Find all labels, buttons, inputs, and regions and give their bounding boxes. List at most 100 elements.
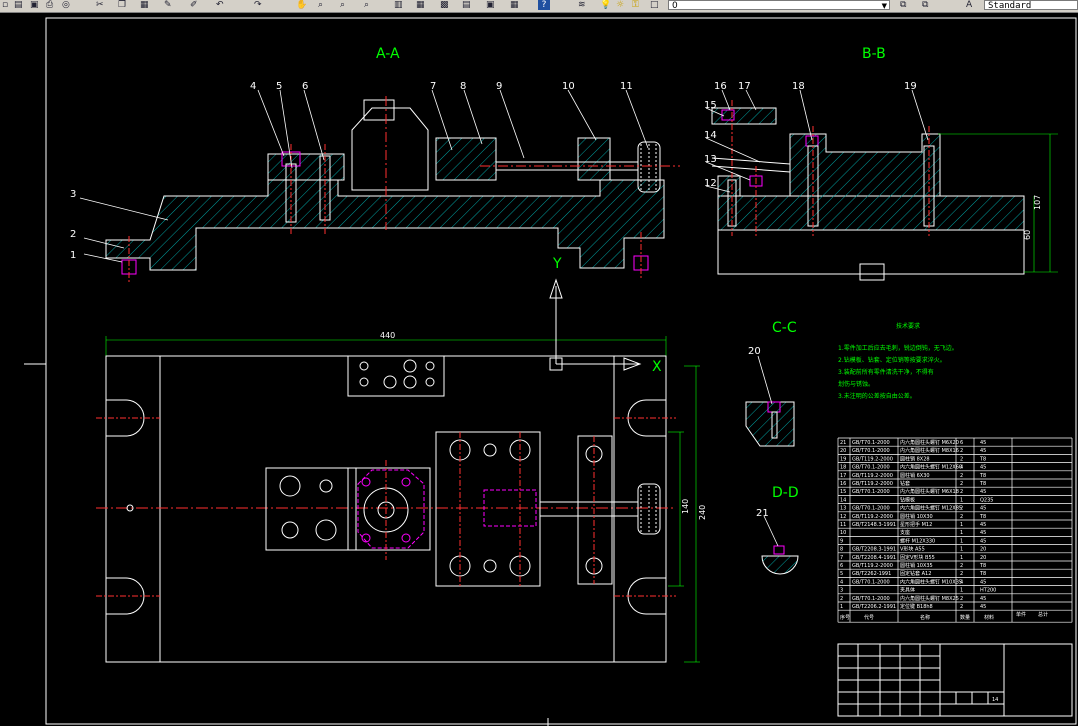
layer-freeze-icon[interactable]: ☼ <box>616 0 624 10</box>
bom-header-unit: 单件 <box>1016 611 1026 618</box>
bom-cell-material: 45 <box>980 579 986 585</box>
bom-cell-name: 钻模板 <box>900 496 915 503</box>
bom-cell-qty: 2 <box>960 563 963 569</box>
help-button[interactable]: ? <box>538 0 550 10</box>
bom-cell-no: 10 <box>840 530 846 536</box>
bom-cell-name: 固定V形块 B55 <box>900 554 935 561</box>
bom-cell-code: GB/T119.2-2000 <box>852 456 893 462</box>
bom-cell-qty: 1 <box>960 588 963 594</box>
dim-height-60: 60 <box>1023 230 1032 240</box>
bom-cell-qty: 4 <box>960 465 963 471</box>
bom-cell-material: 45 <box>980 530 986 536</box>
layer-lock-icon[interactable]: ⚿ <box>632 0 639 10</box>
paste-icon[interactable]: ▦ <box>140 0 149 10</box>
preview-icon[interactable]: ◎ <box>62 0 70 10</box>
bom-cell-name: 内六角圆柱头螺钉 M12X60 <box>900 464 962 471</box>
bom-cell-no: 12 <box>840 514 846 520</box>
tech-notes-title: 技术要求 <box>896 322 920 330</box>
balloon-2: 2 <box>70 229 76 240</box>
bom-cell-code: GB/T2148.3-1991 <box>852 522 896 528</box>
bom-cell-qty: 2 <box>960 473 963 479</box>
zoom-window-icon[interactable]: ⌕ <box>340 0 345 10</box>
section-dd-label: D-D <box>772 485 799 501</box>
tool-palette-icon[interactable]: ▩ <box>440 0 449 10</box>
section-aa-label: A-A <box>376 46 400 62</box>
brush-icon[interactable]: ✐ <box>190 0 198 10</box>
bom-cell-qty: 2 <box>960 456 963 462</box>
properties-icon[interactable]: ▥ <box>394 0 403 10</box>
open-icon[interactable]: ▤ <box>14 0 23 10</box>
bom-cell-no: 8 <box>840 547 843 553</box>
text-style-dropdown[interactable]: Standard <box>984 0 1078 11</box>
balloon-9: 9 <box>496 81 502 92</box>
bom-cell-no: 7 <box>840 555 843 561</box>
bom-cell-name: V形块 A55 <box>900 546 925 553</box>
cut-icon[interactable]: ✂ <box>96 0 104 10</box>
bom-cell-material: 45 <box>980 596 986 602</box>
bom-cell-no: 3 <box>840 588 843 594</box>
make-current-layer-icon[interactable]: ⧉ <box>900 0 906 10</box>
balloon-14: 14 <box>704 130 717 141</box>
drawing-canvas[interactable]: A-A B-B C-C D-D 1 2 3 4 5 6 7 8 9 10 11 … <box>0 12 1078 726</box>
balloon-5: 5 <box>276 81 282 92</box>
redo-icon[interactable]: ↷ <box>254 0 262 10</box>
layer-on-icon[interactable]: 💡 <box>600 0 611 10</box>
layer-color-icon[interactable]: □ <box>650 0 659 10</box>
layer-previous-icon[interactable]: ⧉ <box>922 0 928 10</box>
layer-dropdown[interactable]: 0 ▼ <box>668 0 890 11</box>
bom-cell-no: 21 <box>840 440 846 446</box>
layer-manager-icon[interactable]: ≋ <box>578 0 586 10</box>
bom-cell-code: GB/T70.1-2000 <box>852 440 890 446</box>
dim-width: 440 <box>380 331 395 340</box>
bom-header-name: 名称 <box>920 614 930 621</box>
bom-cell-qty: 2 <box>960 604 963 610</box>
section-bb-label: B-B <box>862 46 886 62</box>
bom-cell-material: 45 <box>980 440 986 446</box>
bom-cell-material: 45 <box>980 604 986 610</box>
bom-cell-material: 45 <box>980 506 986 512</box>
bom-cell-material: 45 <box>980 522 986 528</box>
bom-cell-name: 圆柱销 10X35 <box>900 562 933 569</box>
match-properties-icon[interactable]: ✎ <box>164 0 172 10</box>
pan-icon[interactable]: ✋ <box>296 0 307 10</box>
bom-cell-no: 9 <box>840 538 843 544</box>
bom-cell-no: 19 <box>840 456 846 462</box>
bom-cell-qty: 2 <box>960 506 963 512</box>
dim-total-height: 107 <box>1033 195 1042 210</box>
balloon-10: 10 <box>562 81 575 92</box>
bom-cell-no: 17 <box>840 473 846 479</box>
tech-note-5: 3.未注明的公差按自由公差。 <box>838 392 916 400</box>
new-icon[interactable]: ▫ <box>2 0 8 10</box>
bom-cell-material: 45 <box>980 465 986 471</box>
undo-icon[interactable]: ↶ <box>216 0 224 10</box>
sheet-set-icon[interactable]: ▤ <box>462 0 471 10</box>
calculator-icon[interactable]: ▦ <box>510 0 519 10</box>
bom-cell-name: 内六角圆柱头螺钉 M10X35 <box>900 578 962 585</box>
bom-cell-material: Q235 <box>980 497 993 503</box>
text-style-icon[interactable]: A <box>966 0 972 10</box>
zoom-previous-icon[interactable]: ⌕ <box>364 0 369 10</box>
bom-cell-qty: 2 <box>960 481 963 487</box>
bom-cell-qty: 1 <box>960 497 963 503</box>
bom-cell-no: 11 <box>840 522 846 528</box>
bom-cell-name: 钻套 <box>900 480 910 487</box>
bom-cell-material: T8 <box>979 514 986 520</box>
bom-header-qty: 数量 <box>960 614 970 621</box>
zoom-realtime-icon[interactable]: ⌕ <box>318 0 323 10</box>
save-icon[interactable]: ▣ <box>30 0 39 10</box>
section-cc-view <box>745 355 795 447</box>
print-icon[interactable]: ⎙ <box>46 0 53 10</box>
bom-cell-code: GB/T70.1-2000 <box>852 465 890 471</box>
axis-y-label: Y <box>552 256 562 272</box>
markup-icon[interactable]: ▣ <box>486 0 495 10</box>
title-block-sheet: 14 <box>992 697 998 703</box>
bom-cell-no: 6 <box>840 563 843 569</box>
copy-icon[interactable]: ❐ <box>118 0 126 10</box>
balloon-21: 21 <box>756 508 769 519</box>
bom-cell-material: HT200 <box>980 588 996 594</box>
design-center-icon[interactable]: ▦ <box>416 0 425 10</box>
bom-cell-qty: 6 <box>960 440 963 446</box>
balloon-20: 20 <box>748 346 761 357</box>
balloon-17: 17 <box>738 81 751 92</box>
balloon-3: 3 <box>70 189 76 200</box>
